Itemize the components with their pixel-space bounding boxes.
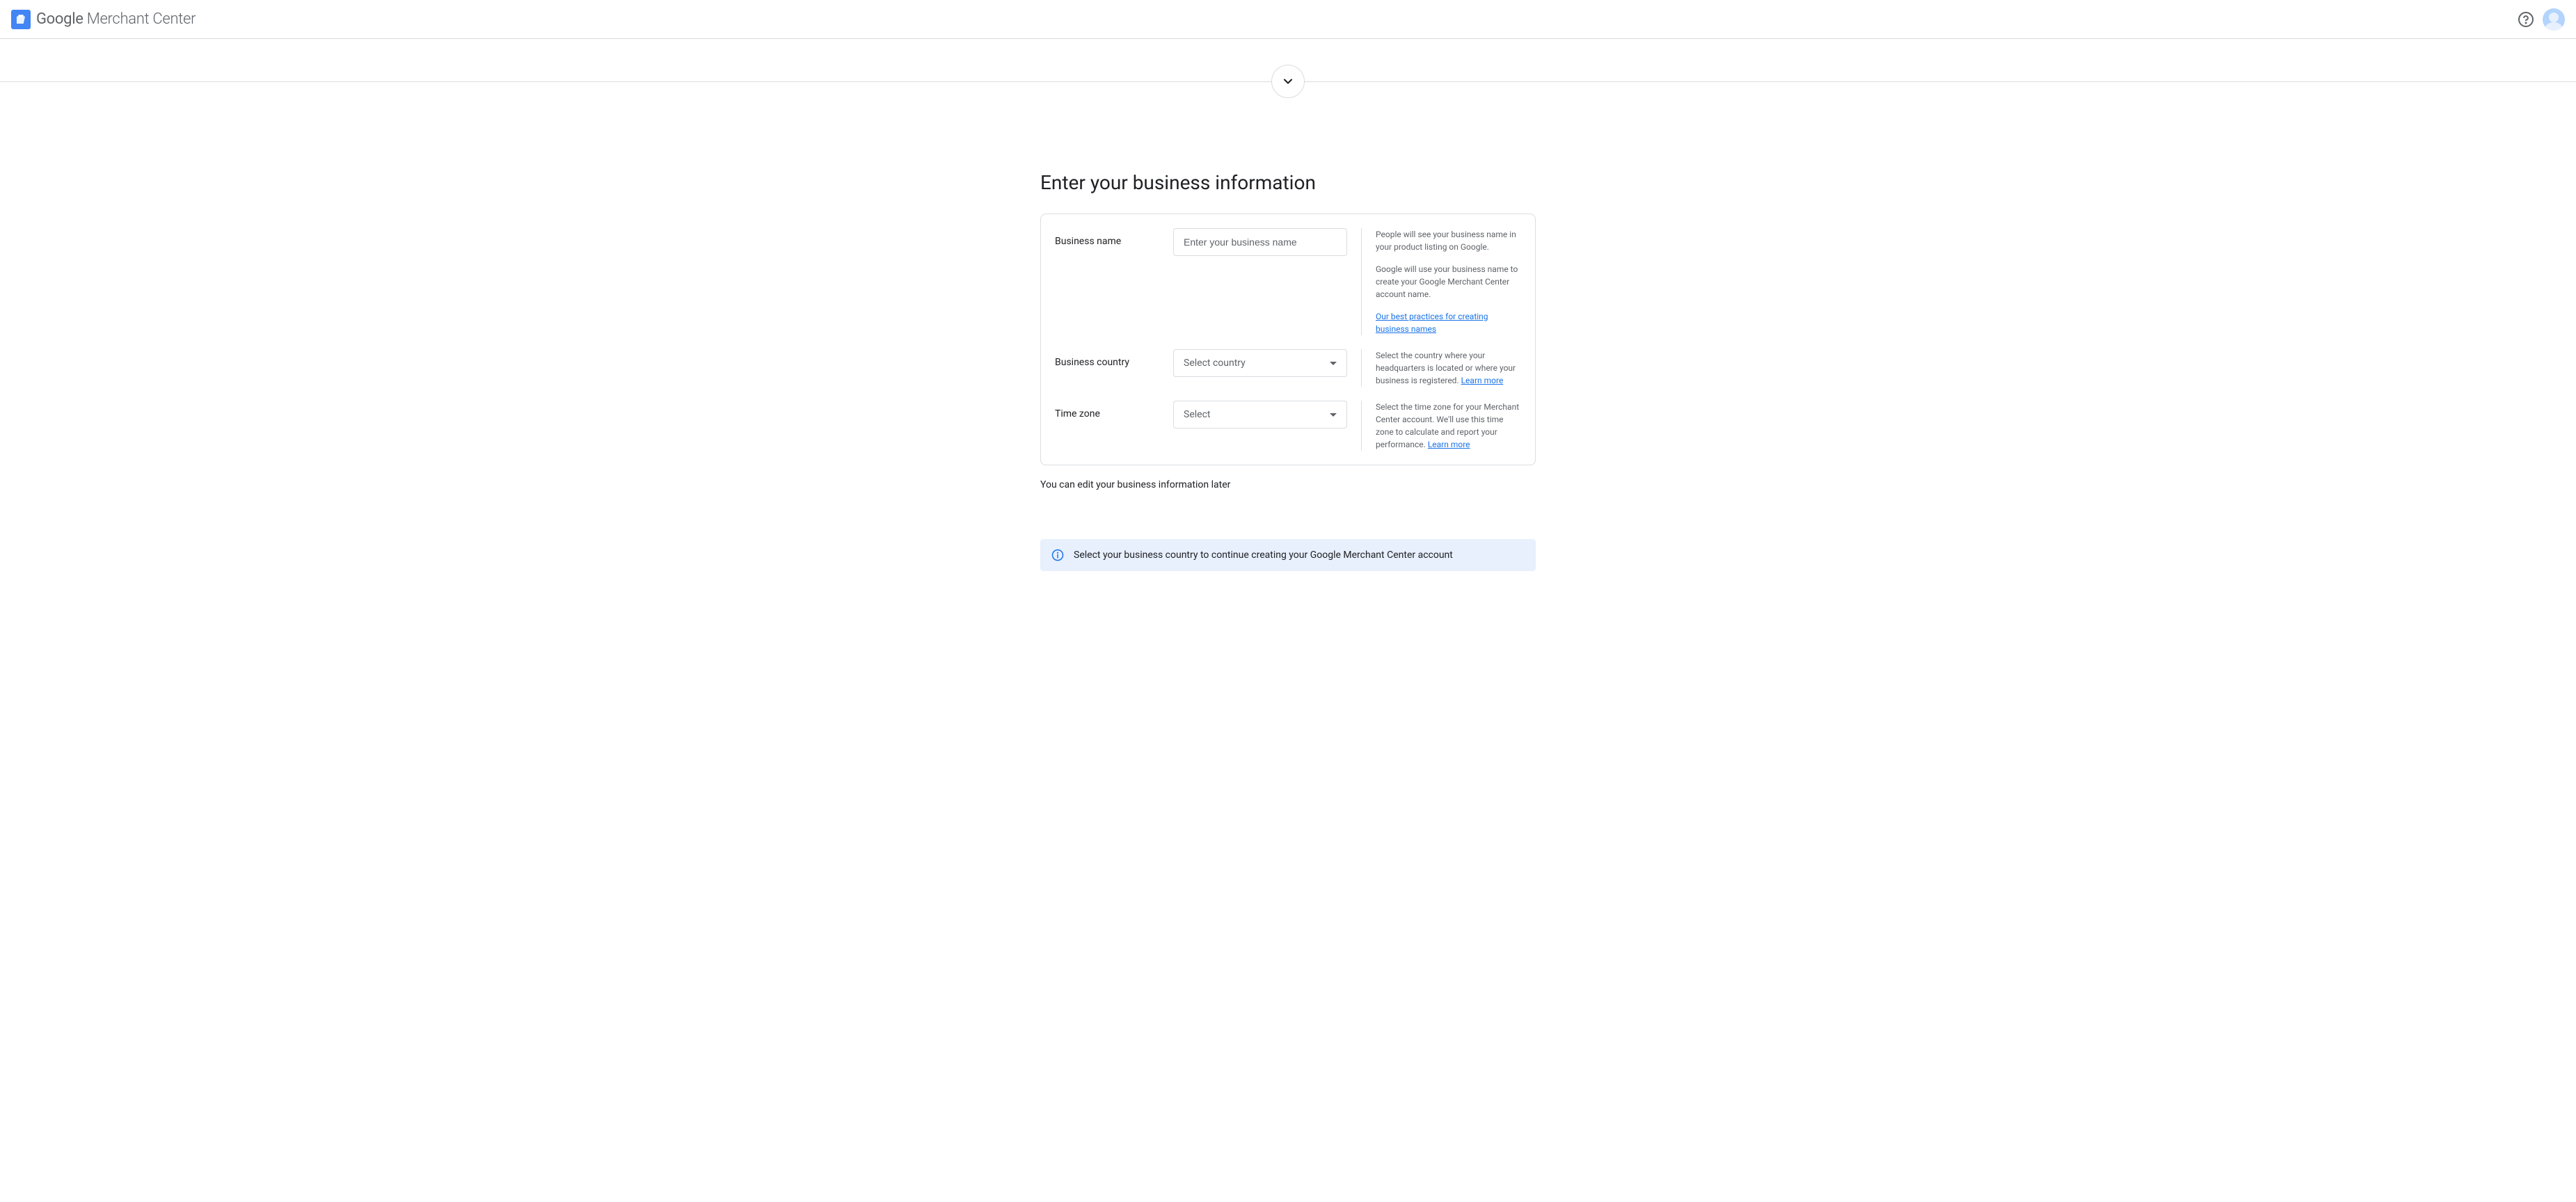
page-title: Enter your business information [1040,171,1536,194]
info-banner-text: Select your business country to continue… [1074,550,1453,561]
brand-product: Merchant Center [84,10,196,28]
business-name-hint: People will see your business name in yo… [1361,228,1521,335]
business-country-select[interactable]: Select country [1173,349,1347,377]
time-zone-select[interactable]: Select [1173,401,1347,428]
business-country-hint: Select the country where your headquarte… [1361,349,1521,387]
business-country-label: Business country [1055,349,1173,387]
main-content: Enter your business information Business… [1040,82,1536,571]
business-country-row: Business country Select country Select t… [1041,349,1535,387]
info-icon [1051,549,1064,561]
business-name-input[interactable] [1173,228,1347,256]
edit-later-note: You can edit your business information l… [1040,479,1536,490]
help-icon[interactable] [2518,11,2534,28]
caret-down-icon [1330,413,1337,417]
time-zone-learn-more-link[interactable]: Learn more [1428,440,1470,449]
avatar[interactable] [2543,8,2565,31]
business-info-card: Business name People will see your busin… [1040,214,1536,465]
business-country-placeholder: Select country [1184,358,1246,369]
caret-down-icon [1330,362,1337,365]
header-actions [2518,8,2565,31]
time-zone-hint: Select the time zone for your Merchant C… [1361,401,1521,451]
app-header: Google Merchant Center [0,0,2576,39]
time-zone-row: Time zone Select Select the time zone fo… [1041,401,1535,451]
collapse-section [0,39,2576,82]
expand-button[interactable] [1271,65,1305,98]
business-name-best-practices-link[interactable]: Our best practices for creating business… [1376,312,1488,334]
business-name-row: Business name People will see your busin… [1041,228,1535,335]
business-name-label: Business name [1055,228,1173,335]
info-banner: Select your business country to continue… [1040,539,1536,571]
time-zone-placeholder: Select [1184,409,1210,420]
business-name-hint-2: Google will use your business name to cr… [1376,263,1521,300]
chevron-down-icon [1281,74,1295,88]
business-name-hint-1: People will see your business name in yo… [1376,228,1521,253]
time-zone-label: Time zone [1055,401,1173,451]
brand-google: Google [36,10,84,28]
brand: Google Merchant Center [11,10,196,29]
merchant-center-logo-icon [11,10,31,29]
brand-text: Google Merchant Center [36,10,196,28]
business-country-learn-more-link[interactable]: Learn more [1461,376,1504,385]
